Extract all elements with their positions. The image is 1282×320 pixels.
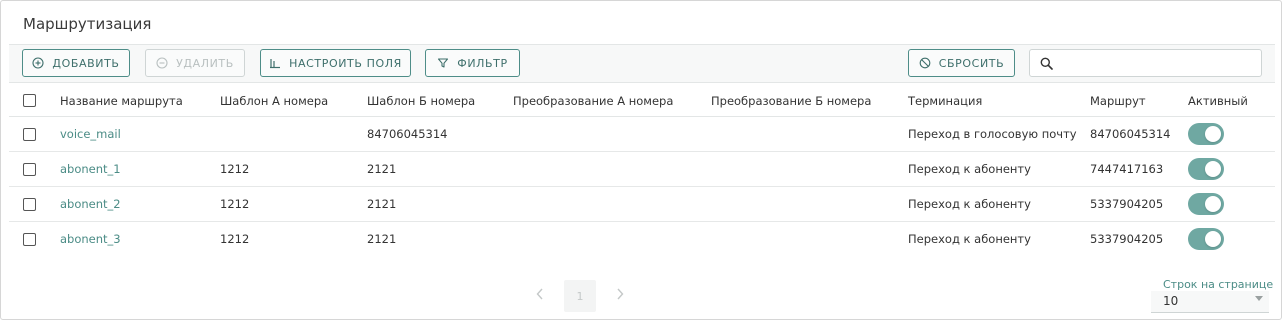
a-template-cell: 1212 <box>220 162 250 176</box>
toggle-knob <box>1205 126 1221 142</box>
row-checkbox[interactable] <box>23 163 36 176</box>
termination-cell: Переход к абоненту <box>908 162 1031 176</box>
search-box[interactable] <box>1029 49 1262 77</box>
rows-per-page-label: Строк на странице <box>1163 278 1274 291</box>
termination-cell: Переход в голосовую почту <box>908 127 1077 141</box>
search-input[interactable] <box>1061 50 1261 76</box>
table-row[interactable]: abonent_1 1212 2121 Переход к абоненту 7… <box>9 152 1275 187</box>
active-toggle[interactable] <box>1188 123 1224 145</box>
b-template-cell: 84706045314 <box>367 127 448 141</box>
column-header-active[interactable]: Активный <box>1188 94 1248 108</box>
column-header-termination[interactable]: Терминация <box>908 94 982 108</box>
filter-button-label: ФИЛЬТР <box>457 56 508 70</box>
table-row[interactable]: abonent_3 1212 2121 Переход к абоненту 5… <box>9 222 1275 257</box>
b-template-cell: 2121 <box>367 197 397 211</box>
filter-icon <box>438 58 449 68</box>
b-template-cell: 2121 <box>367 162 397 176</box>
b-template-cell: 2121 <box>367 232 397 246</box>
delete-button[interactable]: УДАЛИТЬ <box>145 49 245 77</box>
configure-fields-button[interactable]: НАСТРОИТЬ ПОЛЯ <box>260 49 411 77</box>
plus-circle-icon <box>32 57 44 69</box>
previous-page-button[interactable] <box>536 288 544 304</box>
page-number-current[interactable]: 1 <box>564 280 596 312</box>
reset-button-label: СБРОСИТЬ <box>938 56 1005 70</box>
route-cell: 7447417163 <box>1090 162 1164 176</box>
table-row[interactable]: abonent_2 1212 2121 Переход к абоненту 5… <box>9 187 1275 222</box>
active-toggle[interactable] <box>1188 228 1224 250</box>
configure-fields-label: НАСТРОИТЬ ПОЛЯ <box>289 56 402 70</box>
column-header-a-transform[interactable]: Преобразование А номера <box>513 94 673 108</box>
page-title: Маршрутизация <box>23 15 152 33</box>
column-header-a-template[interactable]: Шаблон А номера <box>220 94 328 108</box>
route-name-link[interactable]: abonent_2 <box>60 197 121 211</box>
row-checkbox[interactable] <box>23 128 36 141</box>
rows-per-page-value: 10 <box>1163 294 1179 308</box>
a-template-cell: 1212 <box>220 197 250 211</box>
toggle-knob <box>1205 161 1221 177</box>
route-cell: 5337904205 <box>1090 197 1164 211</box>
active-toggle[interactable] <box>1188 158 1224 180</box>
delete-button-label: УДАЛИТЬ <box>176 56 234 70</box>
select-all-checkbox[interactable] <box>23 94 36 107</box>
search-icon <box>1040 57 1053 70</box>
column-header-b-transform[interactable]: Преобразование Б номера <box>711 94 871 108</box>
table-row[interactable]: voice_mail 84706045314 Переход в голосов… <box>9 117 1275 152</box>
table-header: Название маршрута Шаблон А номера Шаблон… <box>9 82 1275 117</box>
add-button-label: ДОБАВИТЬ <box>52 56 120 70</box>
route-cell: 5337904205 <box>1090 232 1164 246</box>
route-name-link[interactable]: voice_mail <box>60 127 121 141</box>
next-page-button[interactable] <box>616 288 624 304</box>
chevron-left-icon <box>536 288 543 300</box>
termination-cell: Переход к абоненту <box>908 197 1031 211</box>
column-header-route[interactable]: Маршрут <box>1090 94 1146 108</box>
route-name-link[interactable]: abonent_3 <box>60 232 121 246</box>
reset-button[interactable]: СБРОСИТЬ <box>908 49 1015 77</box>
columns-icon <box>270 59 281 69</box>
a-template-cell: 1212 <box>220 232 250 246</box>
row-checkbox[interactable] <box>23 233 36 246</box>
ban-icon <box>919 57 931 69</box>
route-name-link[interactable]: abonent_1 <box>60 162 121 176</box>
rows-per-page-select[interactable]: 10 <box>1151 291 1269 313</box>
caret-down-icon <box>1255 296 1263 301</box>
column-header-b-template[interactable]: Шаблон Б номера <box>367 94 475 108</box>
add-button[interactable]: ДОБАВИТЬ <box>22 49 130 77</box>
active-toggle[interactable] <box>1188 193 1224 215</box>
row-checkbox[interactable] <box>23 198 36 211</box>
toggle-knob <box>1205 231 1221 247</box>
route-cell: 84706045314 <box>1090 127 1171 141</box>
routing-panel: Маршрутизация ДОБАВИТЬ УДАЛИТЬ НАСТРОИТЬ… <box>0 0 1282 320</box>
filter-button[interactable]: ФИЛЬТР <box>425 49 520 77</box>
toggle-knob <box>1205 196 1221 212</box>
minus-circle-icon <box>156 57 168 69</box>
chevron-right-icon <box>617 288 624 300</box>
termination-cell: Переход к абоненту <box>908 232 1031 246</box>
column-header-name[interactable]: Название маршрута <box>60 94 183 108</box>
